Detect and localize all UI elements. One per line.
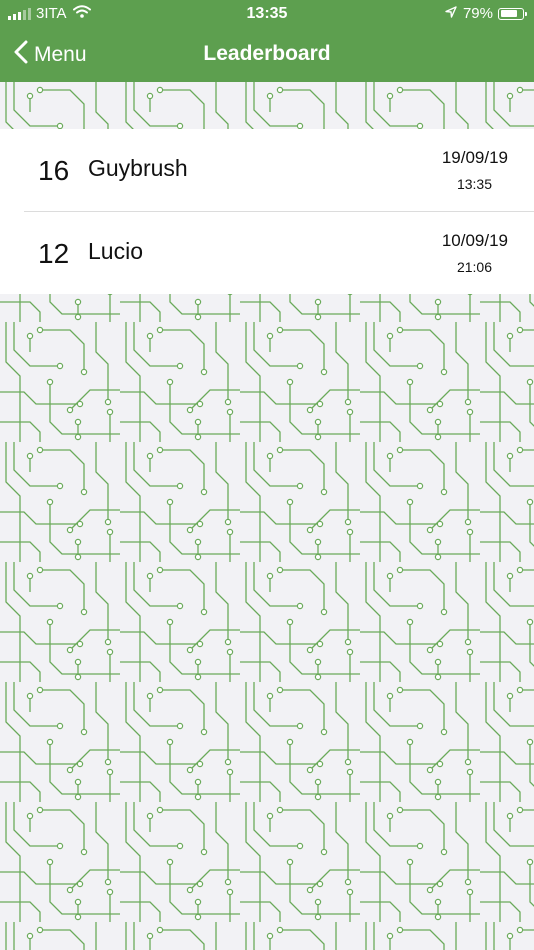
battery-percent: 79% bbox=[462, 5, 493, 22]
leaderboard-list: 16 Guybrush 19/09/19 13:35 12 Lucio 10/0… bbox=[0, 129, 534, 294]
score: 12 bbox=[38, 238, 70, 269]
battery-icon bbox=[498, 7, 527, 20]
location-arrow-icon bbox=[445, 5, 457, 22]
leaderboard-row[interactable]: 16 Guybrush 19/09/19 13:35 bbox=[0, 129, 534, 211]
entry-time: 21:06 bbox=[456, 259, 492, 275]
page-title: Leaderboard bbox=[203, 42, 331, 65]
player-name: Guybrush bbox=[88, 155, 188, 181]
status-bar: 3ITA 13:35 79% bbox=[0, 0, 534, 30]
entry-date: 19/09/19 bbox=[441, 148, 508, 167]
header: 3ITA 13:35 79% Menu Leaderboard bbox=[0, 0, 534, 82]
leaderboard-row[interactable]: 12 Lucio 10/09/19 21:06 bbox=[24, 211, 534, 294]
navigation-bar: Menu Leaderboard bbox=[0, 30, 534, 82]
entry-time: 13:35 bbox=[456, 176, 492, 192]
player-name: Lucio bbox=[88, 238, 143, 264]
entry-date: 10/09/19 bbox=[441, 231, 508, 250]
score: 16 bbox=[38, 155, 70, 186]
